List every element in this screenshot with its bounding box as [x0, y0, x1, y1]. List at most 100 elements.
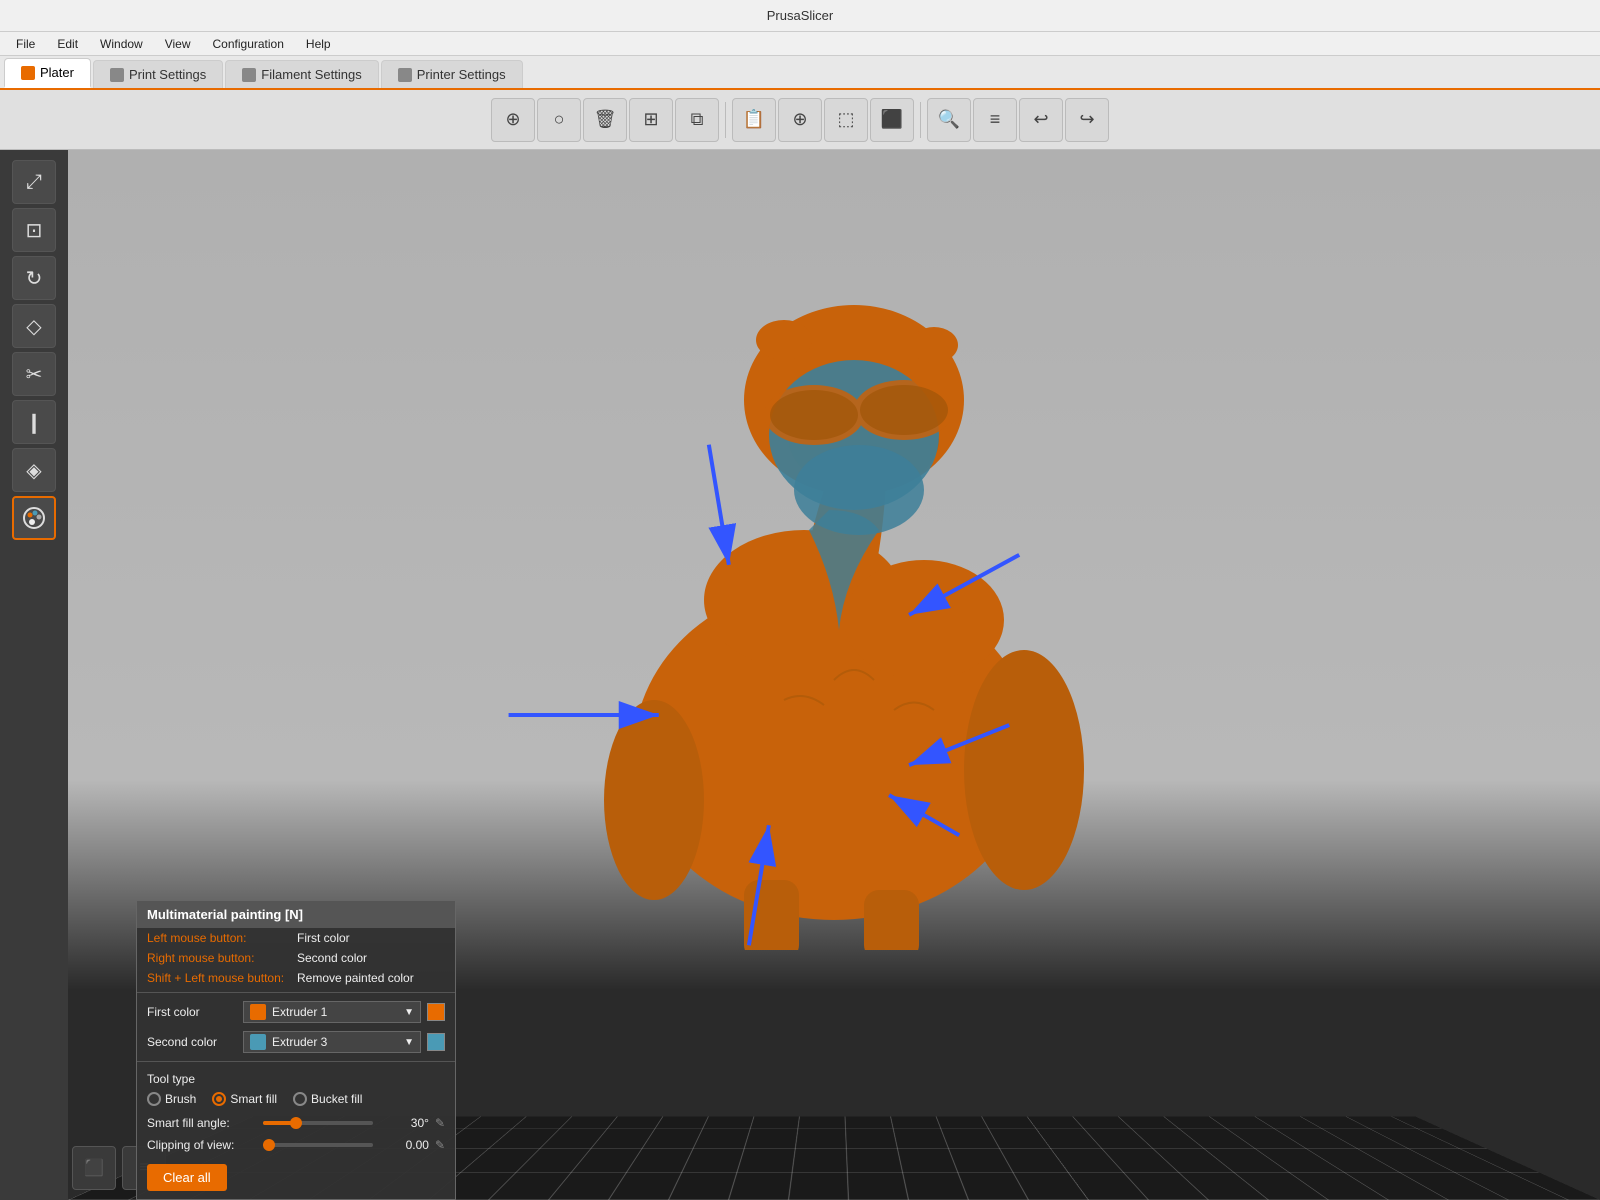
cube-view-button[interactable]: ⬛: [72, 1146, 116, 1190]
toolbar-btn-copy[interactable]: ⧉: [675, 98, 719, 142]
first-color-extruder: Extruder 1: [272, 1005, 398, 1019]
tool-move[interactable]: ⤢: [12, 160, 56, 204]
smart-fill-angle-edit[interactable]: ✎: [435, 1116, 445, 1130]
tab-filament-settings[interactable]: Filament Settings: [225, 60, 378, 88]
camel-model: [484, 200, 1184, 950]
toolbar-btn-redo[interactable]: ↪: [1065, 98, 1109, 142]
clipping-edit[interactable]: ✎: [435, 1138, 445, 1152]
clipping-thumb[interactable]: [263, 1139, 275, 1151]
tab-label-plater: Plater: [40, 65, 74, 80]
bucket-fill-label: Bucket fill: [311, 1092, 362, 1106]
smart-fill-angle-thumb[interactable]: [290, 1117, 302, 1129]
toolbar-separator-5: [725, 102, 726, 138]
toolbar-btn-add[interactable]: ⊕: [491, 98, 535, 142]
tool-scale[interactable]: ⊡: [12, 208, 56, 252]
second-color-swatch: [250, 1034, 266, 1050]
menu-file[interactable]: File: [6, 35, 45, 53]
first-color-row: First color Extruder 1 ▼: [137, 997, 455, 1027]
menu-edit[interactable]: Edit: [47, 35, 88, 53]
toolbar-btn-undo[interactable]: ↩: [1019, 98, 1063, 142]
left-mouse-label: Left mouse button:: [147, 931, 297, 945]
clipping-row: Clipping of view: 0.00 ✎: [137, 1134, 455, 1156]
menu-bar: FileEditWindowViewConfigurationHelp: [0, 32, 1600, 56]
tool-cut[interactable]: ✂: [12, 352, 56, 396]
second-color-row: Second color Extruder 3 ▼: [137, 1027, 455, 1057]
left-sidebar: ⤢⊡↻◇✂❙◈: [0, 150, 68, 1200]
toolbar-btn-delete[interactable]: ○: [537, 98, 581, 142]
smart-fill-angle-label: Smart fill angle:: [147, 1116, 257, 1130]
bucket-fill-option[interactable]: Bucket fill: [293, 1092, 362, 1106]
menu-window[interactable]: Window: [90, 35, 153, 53]
tool-type-label: Tool type: [147, 1072, 445, 1086]
second-color-arrow: ▼: [404, 1037, 414, 1048]
smart-fill-angle-row: Smart fill angle: 30° ✎: [137, 1112, 455, 1134]
second-color-square: [427, 1033, 445, 1051]
toolbar-btn-split-parts[interactable]: ⬛: [870, 98, 914, 142]
clipping-label: Clipping of view:: [147, 1138, 257, 1152]
toolbar-btn-split-objects[interactable]: ⬚: [824, 98, 868, 142]
tool-mm-painting[interactable]: [12, 496, 56, 540]
first-color-dropdown[interactable]: Extruder 1 ▼: [243, 1001, 421, 1023]
bucket-fill-radio[interactable]: [293, 1092, 307, 1106]
tool-rotate[interactable]: ↻: [12, 256, 56, 300]
tool-fdm-support[interactable]: ❙: [12, 400, 56, 444]
mm-panel: Multimaterial painting [N] Left mouse bu…: [136, 900, 456, 1200]
brush-label: Brush: [165, 1092, 196, 1106]
clipping-track[interactable]: [263, 1143, 373, 1147]
binding-right-mouse: Right mouse button: Second color: [137, 948, 455, 968]
clear-all-button[interactable]: Clear all: [147, 1164, 227, 1191]
toolbar-btn-paste[interactable]: 📋: [732, 98, 776, 142]
smart-fill-option[interactable]: Smart fill: [212, 1092, 277, 1106]
viewport[interactable]: Multimaterial painting [N] Left mouse bu…: [68, 150, 1600, 1200]
toolbar-btn-center[interactable]: ⊕: [778, 98, 822, 142]
clipping-value: 0.00: [379, 1138, 429, 1152]
tab-label-filament-settings: Filament Settings: [261, 67, 361, 82]
title-bar: PrusaSlicer: [0, 0, 1600, 32]
first-color-swatch: [250, 1004, 266, 1020]
menu-view[interactable]: View: [155, 35, 201, 53]
smart-fill-radio[interactable]: [212, 1092, 226, 1106]
tab-label-printer-settings: Printer Settings: [417, 67, 506, 82]
tool-place[interactable]: ◇: [12, 304, 56, 348]
toolbar: ⊕○🗑⊞⧉📋⊕⬚⬛🔍≡↩↪: [0, 90, 1600, 150]
toolbar-btn-layers[interactable]: ≡: [973, 98, 1017, 142]
tab-icon-print-settings: [110, 68, 124, 82]
toolbar-btn-delete-all[interactable]: 🗑: [583, 98, 627, 142]
menu-configuration[interactable]: Configuration: [203, 35, 294, 53]
tab-print-settings[interactable]: Print Settings: [93, 60, 223, 88]
second-color-extruder: Extruder 3: [272, 1035, 398, 1049]
second-color-dropdown[interactable]: Extruder 3 ▼: [243, 1031, 421, 1053]
tab-label-print-settings: Print Settings: [129, 67, 206, 82]
second-color-label: Second color: [147, 1035, 237, 1049]
toolbar-btn-arrange[interactable]: ⊞: [629, 98, 673, 142]
radio-group: Brush Smart fill Bucket fill: [147, 1092, 445, 1106]
toolbar-separator-9: [920, 102, 921, 138]
app-title: PrusaSlicer: [767, 8, 833, 23]
right-mouse-value: Second color: [297, 951, 367, 965]
tool-seam[interactable]: ◈: [12, 448, 56, 492]
menu-help[interactable]: Help: [296, 35, 341, 53]
mm-panel-title: Multimaterial painting [N]: [137, 901, 455, 928]
smart-fill-angle-track[interactable]: [263, 1121, 373, 1125]
shift-left-value: Remove painted color: [297, 971, 414, 985]
first-color-label: First color: [147, 1005, 237, 1019]
tab-bar: Plater Print Settings Filament Settings Pri…: [0, 56, 1600, 90]
toolbar-btn-search[interactable]: 🔍: [927, 98, 971, 142]
left-mouse-value: First color: [297, 931, 350, 945]
brush-option[interactable]: Brush: [147, 1092, 196, 1106]
tab-icon-plater: [21, 66, 35, 80]
right-mouse-label: Right mouse button:: [147, 951, 297, 965]
tab-icon-printer-settings: [398, 68, 412, 82]
tab-plater[interactable]: Plater: [4, 58, 91, 88]
binding-left-mouse: Left mouse button: First color: [137, 928, 455, 948]
smart-fill-angle-value: 30°: [379, 1116, 429, 1130]
binding-shift-left: Shift + Left mouse button: Remove painte…: [137, 968, 455, 988]
shift-left-label: Shift + Left mouse button:: [147, 971, 297, 985]
first-color-square: [427, 1003, 445, 1021]
main-area: ⤢⊡↻◇✂❙◈: [0, 150, 1600, 1200]
tool-type-section: Tool type Brush Smart fill Bucket fill: [137, 1066, 455, 1112]
smart-fill-label: Smart fill: [230, 1092, 277, 1106]
brush-radio[interactable]: [147, 1092, 161, 1106]
tab-icon-filament-settings: [242, 68, 256, 82]
tab-printer-settings[interactable]: Printer Settings: [381, 60, 523, 88]
